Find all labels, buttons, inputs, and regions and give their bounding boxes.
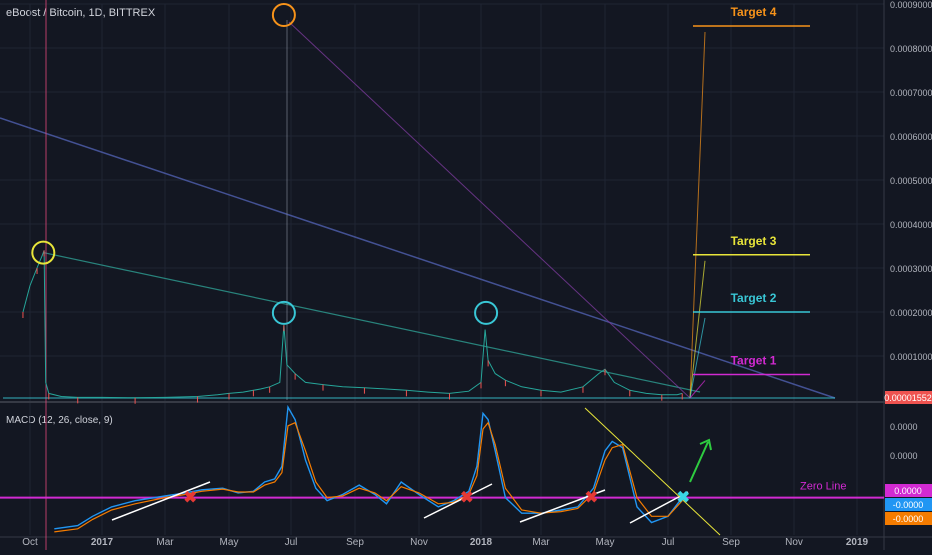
x-tick-label: 2019 bbox=[846, 537, 869, 548]
x-tick-label: Sep bbox=[346, 537, 364, 548]
y-tick-label: 0.00090000 bbox=[890, 0, 932, 10]
x-tick-label: Jul bbox=[662, 537, 675, 548]
x-tick-label: 2018 bbox=[470, 537, 493, 548]
macd-y-tick-label: 0.0000 bbox=[890, 451, 918, 461]
x-tick-label: May bbox=[220, 537, 239, 548]
target-label: Target 3 bbox=[731, 234, 777, 248]
macd-value-text: -0.0000 bbox=[893, 514, 924, 524]
x-tick-label: May bbox=[596, 537, 615, 548]
x-tick-label: Mar bbox=[156, 537, 174, 548]
x-tick-label: Nov bbox=[410, 537, 428, 548]
x-tick-label: Sep bbox=[722, 537, 740, 548]
chart-title: eBoost / Bitcoin, 1D, BITTREX bbox=[6, 7, 156, 19]
y-tick-label: 0.00080000 bbox=[890, 44, 932, 54]
bearish-cross-marker: ✖ bbox=[460, 490, 473, 507]
macd-label: MACD (12, 26, close, 9) bbox=[6, 415, 113, 426]
macd-y-tick-label: 0.0000 bbox=[890, 422, 918, 432]
y-tick-label: 0.00010000 bbox=[890, 352, 932, 362]
y-tick-label: 0.00040000 bbox=[890, 220, 932, 230]
x-tick-label: 2017 bbox=[91, 537, 114, 548]
target-label: Target 4 bbox=[731, 5, 777, 19]
y-tick-label: 0.00020000 bbox=[890, 308, 932, 318]
macd-value-text: -0.0000 bbox=[893, 500, 924, 510]
macd-value-text: 0.0000 bbox=[894, 486, 922, 496]
y-tick-label: 0.00050000 bbox=[890, 176, 932, 186]
zero-line-label: Zero Line bbox=[800, 481, 846, 493]
target-label: Target 1 bbox=[731, 353, 777, 367]
last-price-value: 0.00001552 bbox=[884, 393, 932, 403]
bearish-cross-marker: ✖ bbox=[585, 490, 598, 507]
y-tick-label: 0.00030000 bbox=[890, 264, 932, 274]
y-tick-label: 0.00060000 bbox=[890, 132, 932, 142]
breakout-cross-marker: ✖ bbox=[677, 490, 690, 507]
x-tick-label: Nov bbox=[785, 537, 803, 548]
x-tick-label: Oct bbox=[22, 537, 38, 548]
x-tick-label: Mar bbox=[532, 537, 550, 548]
bearish-cross-marker: ✖ bbox=[183, 490, 196, 507]
chart-window: eBoost / Bitcoin, 1D, BITTREX MACD (12, … bbox=[0, 0, 932, 550]
target-label: Target 2 bbox=[731, 291, 777, 305]
price-chart[interactable]: eBoost / Bitcoin, 1D, BITTREX MACD (12, … bbox=[0, 0, 932, 550]
x-tick-label: Jul bbox=[285, 537, 298, 548]
y-tick-label: 0.00070000 bbox=[890, 88, 932, 98]
